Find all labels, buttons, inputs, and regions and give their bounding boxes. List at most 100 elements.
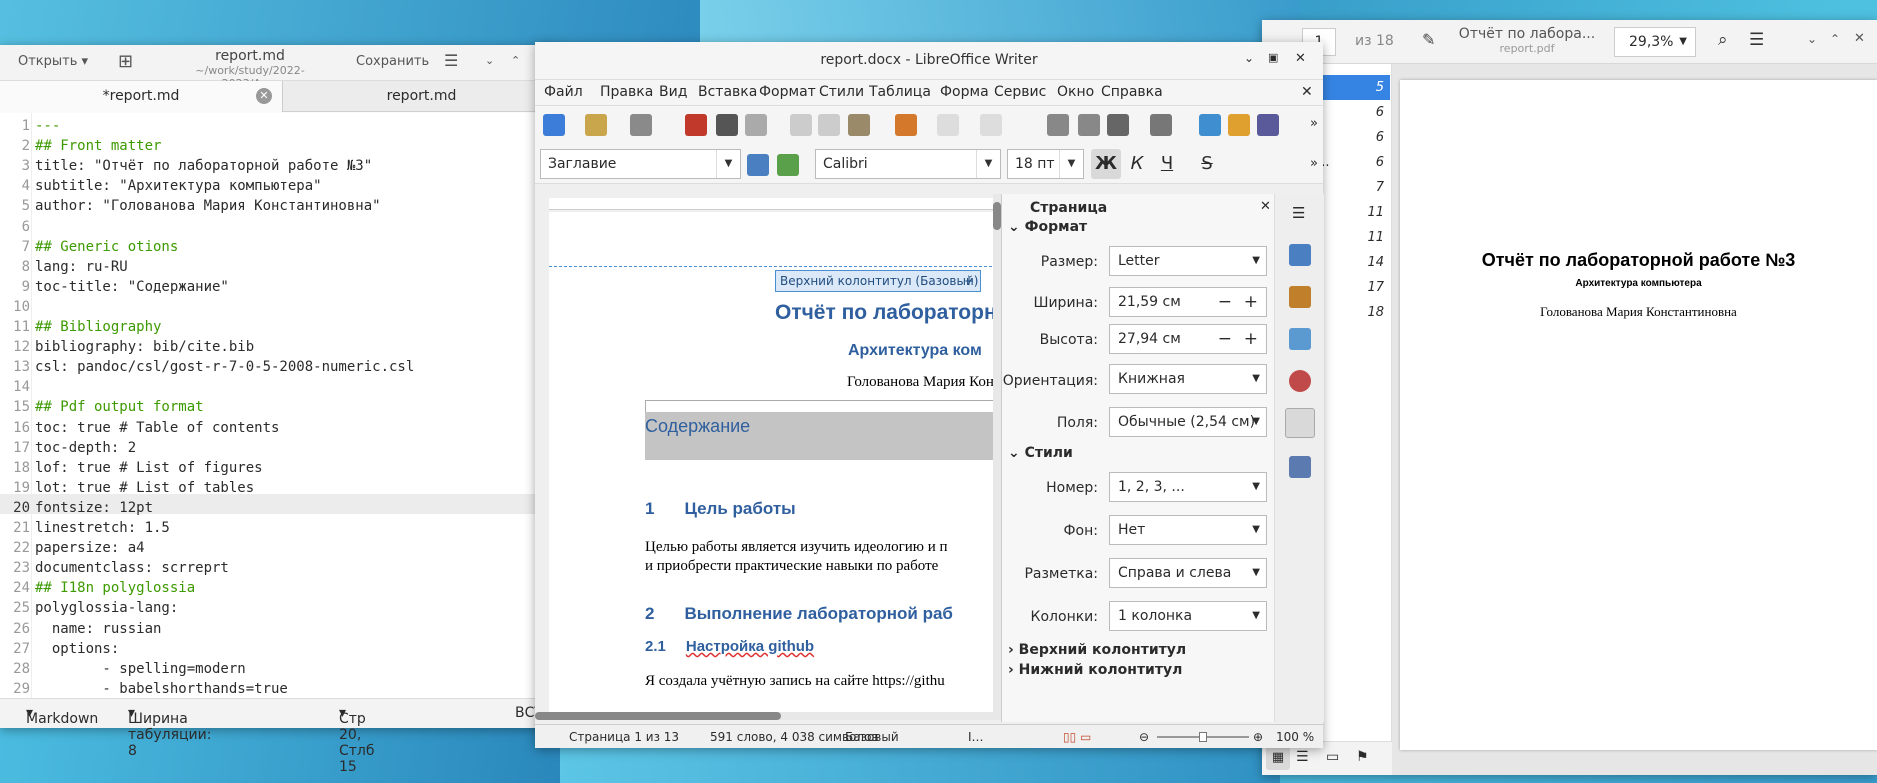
page-deck-icon[interactable]	[1285, 408, 1315, 438]
new-style-icon[interactable]	[777, 154, 799, 176]
paste-icon[interactable]	[848, 114, 870, 136]
bold-button[interactable]: Ж	[1091, 149, 1121, 179]
hamburger-menu-icon[interactable]: ☰	[1749, 30, 1764, 50]
open-folder-icon[interactable]	[585, 114, 607, 136]
annotations-icon[interactable]: ▭	[1326, 749, 1339, 765]
minus-icon[interactable]: −	[1218, 325, 1232, 353]
print-preview-icon[interactable]	[745, 114, 767, 136]
copy-icon[interactable]	[818, 114, 840, 136]
orientation-dropdown[interactable]: Книжная ▼	[1109, 364, 1267, 394]
outline-icon[interactable]: ☰	[1296, 749, 1309, 765]
selection-mode-icon[interactable]: I…	[968, 730, 984, 744]
header-section-header[interactable]: › Верхний колонтитул	[1008, 642, 1186, 658]
redo-icon[interactable]	[980, 114, 1002, 136]
font-name-combo[interactable]: Calibri ▼	[815, 149, 1001, 179]
minimize-icon[interactable]: ⌄	[1244, 51, 1254, 65]
tab-report-md-modified[interactable]: *report.md ✕	[0, 81, 283, 112]
print-icon[interactable]	[716, 114, 738, 136]
close-sidebar-icon[interactable]: ✕	[1260, 199, 1271, 214]
size-dropdown[interactable]: Letter ▼	[1109, 246, 1267, 276]
document-page[interactable]: Верхний колонтитул (Базовый) + Отчёт по л…	[549, 212, 997, 720]
width-spinbox[interactable]: 21,59 см − +	[1109, 287, 1267, 317]
toolbar-overflow-icon[interactable]: »	[1310, 156, 1318, 171]
toolbar-overflow-icon[interactable]: »	[1310, 116, 1318, 131]
save-button[interactable]: Сохранить	[356, 54, 429, 69]
format-section-header[interactable]: ⌄ Формат	[1008, 219, 1087, 235]
page-count[interactable]: Страница 1 из 13	[569, 730, 679, 744]
margins-dropdown[interactable]: Обычные (2,54 см) ▼	[1109, 407, 1267, 437]
language-selector[interactable]: Markdown ▾	[26, 705, 98, 727]
save-icon[interactable]	[630, 114, 652, 136]
code-editor[interactable]: 1 --- 2 ## Front matter 3 title: "Отчёт по ла…	[0, 113, 560, 698]
underline-button[interactable]: Ч	[1153, 149, 1181, 179]
header-tag[interactable]: Верхний колонтитул (Базовый) +	[775, 270, 981, 292]
plus-icon[interactable]: +	[1244, 288, 1258, 316]
vertical-scrollbar[interactable]	[993, 194, 1001, 720]
styles-section-header[interactable]: ⌄ Стили	[1008, 445, 1073, 461]
close-document-icon[interactable]: ✕	[1301, 84, 1313, 100]
gallery-deck-icon[interactable]	[1289, 328, 1311, 350]
insert-image-icon[interactable]	[1199, 114, 1221, 136]
chevron-up-icon[interactable]: ⌃	[1830, 32, 1840, 46]
annotate-pencil-icon[interactable]: ✎	[1422, 30, 1435, 49]
thumbnails-icon[interactable]: ▦	[1266, 746, 1290, 770]
view-layout-icons[interactable]: ▯▯ ▭	[1063, 730, 1091, 744]
style-inspector-deck-icon[interactable]	[1289, 456, 1311, 478]
background-dropdown[interactable]: Нет ▼	[1109, 515, 1267, 545]
find-replace-icon[interactable]	[1047, 114, 1069, 136]
navigator-deck-icon[interactable]	[1289, 370, 1311, 392]
insert-chart-icon[interactable]	[1228, 114, 1250, 136]
close-icon[interactable]: ✕	[1854, 31, 1865, 46]
close-tab-icon[interactable]: ✕	[256, 88, 272, 104]
insert-textbox-icon[interactable]	[1257, 114, 1279, 136]
properties-deck-icon[interactable]	[1289, 244, 1311, 266]
open-button[interactable]: Открыть ▾	[18, 54, 88, 69]
horizontal-ruler[interactable]	[549, 198, 997, 210]
menu-item[interactable]: Правка	[600, 84, 653, 100]
cut-icon[interactable]	[790, 114, 812, 136]
menu-item[interactable]: Окно	[1057, 84, 1094, 100]
menu-item[interactable]: Справка	[1101, 84, 1163, 100]
formatting-marks-icon[interactable]	[1107, 114, 1129, 136]
tab-width-selector[interactable]: Ширина табуляции: 8 ▾	[128, 705, 211, 759]
zoom-selector[interactable]: 29,3% ▼	[1614, 27, 1696, 57]
strikethrough-icon[interactable]: S	[1193, 149, 1221, 179]
page-style[interactable]: Базовый	[845, 730, 899, 744]
spellcheck-icon[interactable]	[1078, 114, 1100, 136]
italic-button[interactable]: К	[1123, 149, 1151, 179]
zoom-out-icon[interactable]: ⊖	[1139, 730, 1149, 744]
bookmarks-icon[interactable]: ⚑	[1356, 749, 1369, 765]
paragraph-style-combo[interactable]: Заглавие ▼	[540, 149, 741, 179]
update-style-icon[interactable]	[747, 154, 769, 176]
menu-item[interactable]: Вид	[659, 84, 687, 100]
menu-item[interactable]: Стили	[819, 84, 864, 100]
zoom-slider[interactable]	[1157, 732, 1249, 742]
menu-item[interactable]: Форма	[940, 84, 989, 100]
close-icon[interactable]: ✕	[1295, 51, 1306, 66]
cursor-position[interactable]: Стр 20, Стлб 15 ▾	[339, 705, 375, 775]
footer-section-header[interactable]: › Нижний колонтитул	[1008, 662, 1182, 678]
tab-report-md[interactable]: report.md	[283, 81, 560, 112]
chevron-down-icon[interactable]: ⌄	[1807, 32, 1817, 46]
new-tab-icon[interactable]: ⊞	[118, 51, 133, 72]
height-spinbox[interactable]: 27,94 см − +	[1109, 324, 1267, 354]
columns-dropdown[interactable]: 1 колонка ▼	[1109, 601, 1267, 631]
menu-item[interactable]: Таблица	[869, 84, 931, 100]
hamburger-menu-icon[interactable]: ☰	[444, 51, 458, 70]
menu-item[interactable]: Сервис	[994, 84, 1046, 100]
horizontal-scrollbar[interactable]	[535, 712, 1001, 720]
sidebar-menu-icon[interactable]: ☰	[1292, 204, 1305, 222]
layout-dropdown[interactable]: Справа и слева ▼	[1109, 558, 1267, 588]
zoom-level[interactable]: 100 %	[1276, 730, 1314, 744]
maximize-icon[interactable]: ▣	[1268, 51, 1278, 64]
search-icon[interactable]: ⌕	[1718, 30, 1728, 50]
font-size-combo[interactable]: 18 пт ▼	[1007, 149, 1084, 179]
chevron-up-icon[interactable]: ⌃	[511, 54, 520, 67]
insert-table-icon[interactable]	[1150, 114, 1172, 136]
numbering-dropdown[interactable]: 1, 2, 3, ... ▼	[1109, 472, 1267, 502]
zoom-in-icon[interactable]: ⊕	[1253, 730, 1263, 744]
minus-icon[interactable]: −	[1218, 288, 1232, 316]
clone-formatting-icon[interactable]	[895, 114, 917, 136]
chevron-down-icon[interactable]: ⌄	[485, 54, 494, 67]
add-header-icon[interactable]: +	[964, 271, 974, 291]
